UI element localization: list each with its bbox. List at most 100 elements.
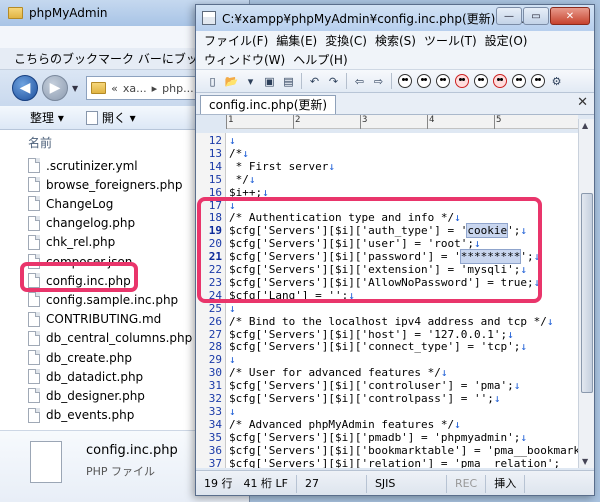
menu-item[interactable]: 変換(C) [325, 32, 367, 49]
back-button[interactable]: ◀ [12, 75, 38, 101]
file-name: chk_rel.php [46, 235, 116, 250]
code-line[interactable]: ↓ [229, 134, 236, 148]
explorer-title: phpMyAdmin [29, 6, 108, 20]
char-code: 27 [297, 474, 367, 493]
file-icon [28, 292, 40, 308]
line-number: 14 [208, 159, 222, 173]
code-line[interactable]: ↓ [229, 405, 236, 419]
address-seg-3[interactable]: php... [162, 82, 193, 95]
jump-next-icon[interactable]: ⇨ [370, 73, 387, 90]
menu-item[interactable]: 設定(O) [485, 32, 528, 49]
tab-config-inc-php[interactable]: config.inc.php(更新) [200, 95, 337, 114]
file-list-item[interactable]: config.sample.inc.php [28, 290, 178, 309]
save-as-icon[interactable]: ▤ [280, 73, 297, 90]
file-list-item[interactable]: db_central_columns.php [28, 329, 192, 348]
page-icon [85, 110, 98, 125]
code-line[interactable]: * First server↓ [229, 160, 335, 174]
undo-icon[interactable]: ↶ [306, 73, 323, 90]
code-line[interactable]: $cfg['Servers'][$i]['bookmarktable'] = '… [229, 444, 578, 458]
save-icon[interactable]: ▣ [261, 73, 278, 90]
code-line[interactable]: ↓ [229, 302, 236, 316]
line-number: 33 [208, 404, 222, 418]
file-list-item[interactable]: ChangeLog [28, 194, 113, 213]
search-prev-icon[interactable] [396, 73, 413, 90]
file-list-item[interactable]: CONTRIBUTING.md [28, 310, 161, 329]
line-number: 25 [208, 301, 222, 315]
vertical-scrollbar[interactable]: ▲ ▼ [578, 119, 594, 468]
code-line[interactable]: $cfg['Servers'][$i]['relation'] = 'pma__… [229, 457, 560, 468]
menu-item[interactable]: ヘルプ(H) [293, 51, 347, 68]
minimize-button[interactable]: — [496, 7, 522, 25]
ruler: 1 2 3 4 5 [226, 115, 578, 129]
grep-icon[interactable] [472, 73, 489, 90]
search-next-icon[interactable] [415, 73, 432, 90]
close-button[interactable]: ✕ [550, 7, 590, 25]
file-list-item[interactable]: db_events.php [28, 406, 134, 425]
file-name: db_central_columns.php [46, 331, 193, 346]
code-line[interactable]: /* Advanced phpMyAdmin features */↓ [229, 418, 461, 432]
file-name: db_create.php [46, 350, 132, 365]
organize-button[interactable]: 整理 ▾ [30, 109, 64, 126]
code-line[interactable]: /* Bind to the localhost ipv4 address an… [229, 315, 554, 329]
file-name: ChangeLog [46, 196, 114, 211]
address-seg-1: « [111, 81, 118, 95]
replace-icon[interactable] [453, 73, 470, 90]
code-line[interactable]: /*↓ [229, 147, 249, 161]
forward-button[interactable]: ▶ [42, 75, 68, 101]
code-line[interactable]: $cfg['Servers'][$i]['controlpass'] = '';… [229, 392, 501, 406]
open-button[interactable]: 開く ▾ [85, 109, 136, 126]
highlight-annotation-auth-block [197, 197, 542, 303]
code-line[interactable]: $cfg['Servers'][$i]['pmadb'] = 'phpmyadm… [229, 431, 527, 445]
menu-item[interactable]: ファイル(F) [204, 32, 268, 49]
scrollbar-thumb[interactable] [581, 193, 593, 393]
close-tab-icon[interactable]: ✕ [577, 95, 588, 110]
chevron-right-icon: ▸ [151, 81, 158, 95]
menu-item[interactable]: ツール(T) [424, 32, 477, 49]
outline-icon[interactable] [529, 73, 546, 90]
file-icon [28, 388, 40, 404]
menu-bar-row-2: ウィンドウ(W) ヘルプ(H) [196, 50, 594, 69]
dropdown-icon[interactable]: ▾ [242, 73, 259, 90]
file-list-item[interactable]: .scrutinizer.yml [28, 156, 138, 175]
file-list-item[interactable]: db_create.php [28, 348, 132, 367]
file-list-item[interactable]: changelog.php [28, 214, 135, 233]
ruler-mark: 4 [427, 115, 434, 129]
menu-item[interactable]: ウィンドウ(W) [204, 51, 285, 68]
code-area[interactable]: 12 ↓ 13/*↓ 14 * First server↓ 15 */↓ 16 $i++;↓… [196, 133, 578, 468]
file-icon [28, 330, 40, 346]
new-file-icon[interactable]: ▯ [204, 73, 221, 90]
code-line[interactable]: */↓ [229, 173, 256, 187]
file-list-item[interactable]: db_datadict.php [28, 367, 143, 386]
cursor-position: 19 行 41 桁 LF [196, 474, 297, 493]
address-seg-2[interactable]: xa... [123, 82, 147, 95]
line-number: 15 [208, 172, 222, 186]
editor-window: C:¥xampp¥phpMyAdmin¥config.inc.php(更新) -… [195, 4, 595, 496]
tag-jump-icon[interactable] [510, 73, 527, 90]
code-line[interactable]: $cfg['Servers'][$i]['connect_type'] = 't… [229, 340, 527, 354]
settings-icon[interactable]: ⚙ [548, 73, 565, 90]
scroll-down-icon[interactable]: ▼ [582, 457, 588, 466]
ruler-mark: 2 [293, 115, 300, 129]
file-list-item[interactable]: db_designer.php [28, 386, 145, 405]
ruler-mark: 1 [226, 115, 233, 129]
scroll-up-icon[interactable]: ▲ [582, 121, 588, 130]
rec-indicator: REC [447, 474, 487, 493]
clear-mark-icon[interactable] [491, 73, 508, 90]
history-dropdown-icon[interactable]: ▼ [72, 84, 78, 93]
redo-icon[interactable]: ↷ [325, 73, 342, 90]
highlight-annotation-file [20, 262, 138, 292]
menu-item[interactable]: 検索(S) [375, 32, 416, 49]
file-list-item[interactable]: browse_foreigners.php [28, 175, 182, 194]
line-number: 35 [208, 430, 222, 444]
search-icon[interactable] [434, 73, 451, 90]
ruler-mark: 3 [360, 115, 367, 129]
jump-prev-icon[interactable]: ⇦ [351, 73, 368, 90]
open-button-label: 開く ▾ [101, 111, 136, 125]
menu-item[interactable]: 編集(E) [276, 32, 317, 49]
editor-title: C:¥xampp¥phpMyAdmin¥config.inc.php(更新) -… [222, 11, 525, 26]
maximize-button[interactable]: ▭ [523, 7, 549, 25]
menu-bar: ファイル(F) 編集(E) 変換(C) 検索(S) ツール(T) 設定(O) [196, 31, 594, 50]
open-folder-icon[interactable]: 📂 [223, 73, 240, 90]
encoding[interactable]: SJIS [367, 474, 447, 493]
file-list-item[interactable]: chk_rel.php [28, 233, 115, 252]
